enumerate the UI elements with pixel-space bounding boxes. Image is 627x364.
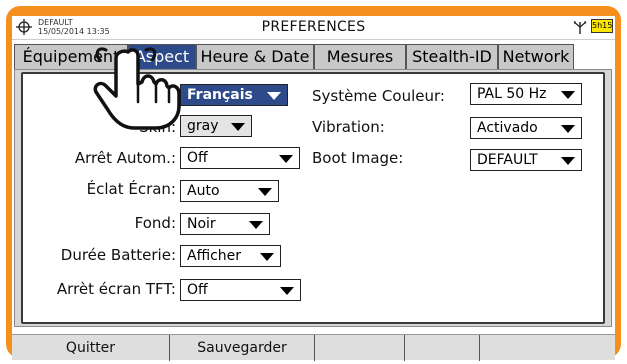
chevron-down-icon [561, 125, 575, 133]
battery-duration-label: Durée Batterie: [60, 246, 176, 264]
battery-badge: 5h15 [591, 19, 613, 33]
title-bar: DEFAULT 15/05/2014 13:35 PREFERENCES 5h1… [12, 16, 615, 40]
color-system-value: PAL 50 Hz [477, 86, 547, 102]
vibration-label: Vibration: [312, 118, 385, 136]
brightness-value: Auto [187, 183, 220, 199]
battery-duration-select[interactable]: Afficher [180, 245, 281, 267]
save-button[interactable]: Sauvegarder [170, 335, 315, 361]
tft-off-label: Arrèt écran TFT: [56, 280, 176, 298]
chevron-down-icon [258, 188, 272, 196]
tft-off-select[interactable]: Off [180, 279, 301, 301]
chevron-down-icon [279, 155, 293, 163]
chevron-down-icon [231, 123, 245, 131]
tab-mesures[interactable]: Mesures [314, 44, 406, 69]
softkey-4[interactable] [405, 335, 480, 361]
bottom-bar: Quitter Sauvegarder [12, 334, 615, 361]
softkey-3[interactable] [315, 335, 405, 361]
background-value: Noir [187, 216, 216, 232]
chevron-down-icon [561, 91, 575, 99]
tab-heure-date[interactable]: Heure & Date [196, 44, 314, 69]
chevron-down-icon [280, 287, 294, 295]
language-value: Français [187, 87, 253, 103]
chevron-down-icon [249, 221, 263, 229]
boot-image-label: Boot Image: [312, 149, 404, 167]
page-title: PREFERENCES [261, 19, 366, 35]
auto-off-value: Off [187, 150, 208, 166]
brightness-select[interactable]: Auto [180, 180, 279, 202]
quit-button[interactable]: Quitter [12, 335, 170, 361]
background-select[interactable]: Noir [180, 213, 270, 235]
chevron-down-icon [267, 92, 281, 100]
chevron-down-icon [260, 253, 274, 261]
hand-pointer-icon [93, 47, 181, 130]
vibration-select[interactable]: Activado [470, 117, 582, 139]
color-system-label: Système Couleur: [312, 87, 445, 105]
brightness-label: Éclat Écran: [86, 180, 176, 198]
boot-image-select[interactable]: DEFAULT [470, 149, 582, 171]
boot-image-value: DEFAULT [477, 152, 538, 168]
language-select[interactable]: Français [180, 84, 288, 106]
softkey-5[interactable] [480, 335, 615, 361]
tab-network[interactable]: Network [498, 44, 574, 69]
chevron-down-icon [561, 157, 575, 165]
auto-off-label: Arrêt Autom.: [74, 149, 176, 167]
vibration-value: Activado [477, 120, 538, 136]
color-system-select[interactable]: PAL 50 Hz [470, 83, 582, 105]
tft-off-value: Off [187, 282, 208, 298]
antenna-icon [573, 21, 587, 34]
battery-duration-value: Afficher [187, 248, 242, 264]
auto-off-select[interactable]: Off [180, 147, 300, 169]
background-label: Fond: [134, 214, 176, 232]
tab-stealth-id[interactable]: Stealth-ID [406, 44, 498, 69]
